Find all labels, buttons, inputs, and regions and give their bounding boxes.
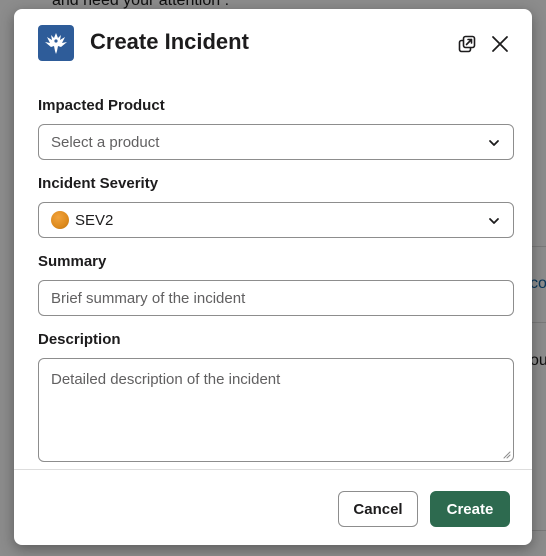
description-placeholder: Detailed description of the incident bbox=[51, 371, 281, 388]
summary-input[interactable]: Brief summary of the incident bbox=[38, 280, 514, 316]
summary-label: Summary bbox=[38, 253, 107, 270]
close-icon[interactable] bbox=[487, 31, 513, 57]
create-button[interactable]: Create bbox=[430, 491, 510, 527]
severity-indicator-icon bbox=[51, 211, 69, 229]
popout-window-icon[interactable] bbox=[454, 31, 480, 57]
modal-header: Create Incident bbox=[14, 9, 532, 77]
incident-severity-value: SEV2 bbox=[75, 211, 114, 229]
incident-severity-label: Incident Severity bbox=[38, 175, 159, 192]
modal-title: Create Incident bbox=[90, 29, 249, 54]
impacted-product-label: Impacted Product bbox=[38, 97, 165, 114]
incident-severity-select[interactable]: SEV2 bbox=[38, 202, 514, 238]
resize-handle-icon[interactable] bbox=[501, 449, 511, 459]
chevron-down-icon bbox=[489, 140, 499, 146]
phoenix-logo-icon bbox=[38, 25, 74, 61]
impacted-product-select[interactable]: Select a product bbox=[38, 124, 514, 160]
cancel-button[interactable]: Cancel bbox=[338, 491, 418, 527]
description-label: Description bbox=[38, 331, 121, 348]
impacted-product-placeholder: Select a product bbox=[51, 133, 160, 151]
chevron-down-icon bbox=[489, 218, 499, 224]
create-incident-modal: Create Incident Impacted Product Select … bbox=[14, 9, 532, 545]
summary-placeholder: Brief summary of the incident bbox=[51, 289, 246, 307]
description-textarea[interactable]: Detailed description of the incident bbox=[38, 358, 514, 462]
modal-footer: Cancel Create bbox=[14, 469, 532, 545]
